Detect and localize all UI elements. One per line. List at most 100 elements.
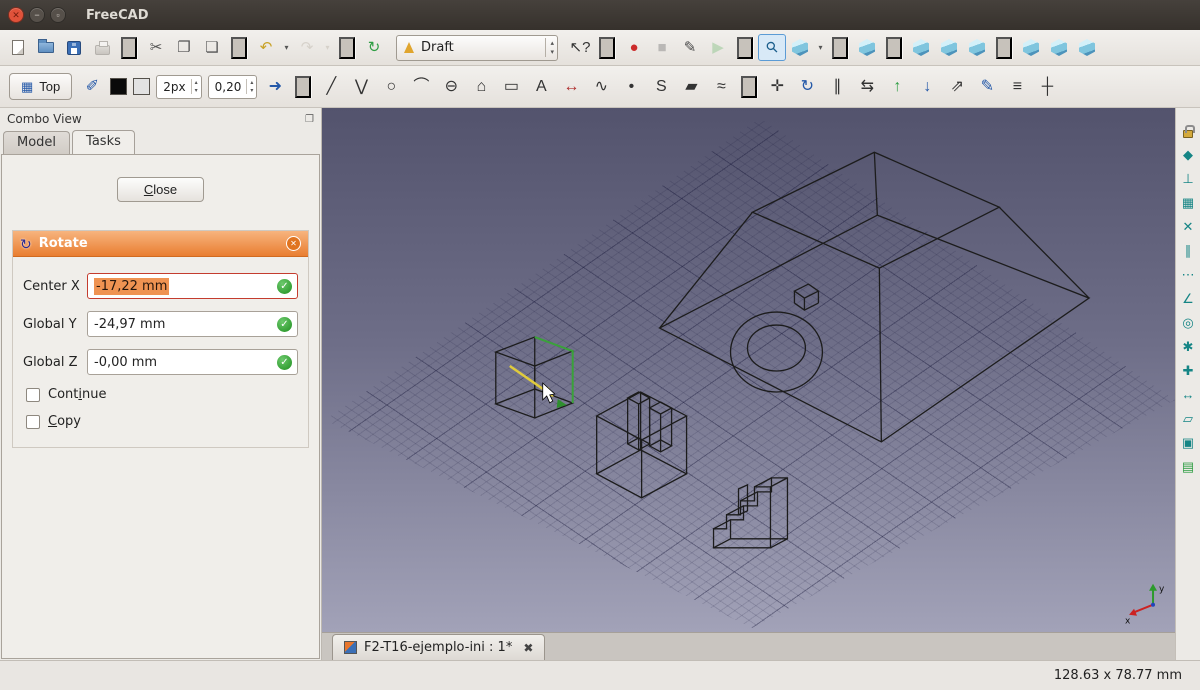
draft-move-button[interactable]: ✛: [762, 72, 792, 101]
view-rear-button[interactable]: [1017, 34, 1045, 61]
snap-near-button[interactable]: ✚: [1178, 360, 1199, 381]
draft-facebinder-button[interactable]: ▰: [676, 72, 706, 101]
macro-stop-button[interactable]: ■: [648, 34, 676, 61]
face-color-swatch[interactable]: [133, 78, 150, 95]
center-x-label: Center X: [23, 279, 87, 294]
snap-parallel-button[interactable]: ∥: [1178, 240, 1199, 261]
checkbox-box[interactable]: [26, 415, 40, 429]
snap-ortho-button[interactable]: ↔: [1178, 384, 1199, 405]
draft-apply-style-button[interactable]: ┼: [1032, 72, 1062, 101]
workbench-selector[interactable]: Draft ▴ ▾: [396, 35, 558, 61]
center-x-input[interactable]: -17,22 mm ✓: [87, 273, 298, 299]
whats-this-button[interactable]: ↖?: [566, 34, 594, 61]
draft-rectangle-button[interactable]: ▭: [496, 72, 526, 101]
draft-arc-button[interactable]: ⌒: [406, 72, 436, 101]
draft-polygon-button[interactable]: ⌂: [466, 72, 496, 101]
snap-special-button[interactable]: ✱: [1178, 336, 1199, 357]
snap-working-plane-button[interactable]: ▣: [1178, 432, 1199, 453]
copy-checkbox[interactable]: Copy: [26, 414, 298, 429]
draft-dimension-button[interactable]: ↔: [556, 72, 586, 101]
3d-viewport[interactable]: y x: [322, 108, 1175, 632]
paste-button[interactable]: ❏: [198, 34, 226, 61]
draft-downgrade-button[interactable]: ↓: [912, 72, 942, 101]
snap-perpendicular-button[interactable]: ⊥: [1178, 168, 1199, 189]
workbench-spinner[interactable]: ▴ ▾: [545, 38, 554, 57]
draft-bspline-button[interactable]: ∿: [586, 72, 616, 101]
minimize-window-button[interactable]: −: [29, 7, 45, 23]
view-front-button[interactable]: [907, 34, 935, 61]
view-right-button[interactable]: [963, 34, 991, 61]
draft-scale-button[interactable]: ⇗: [942, 72, 972, 101]
draw-style-dropdown[interactable]: ▾: [814, 34, 827, 61]
draft-line-button[interactable]: ╱: [316, 72, 346, 101]
draft-circle-button[interactable]: ○: [376, 72, 406, 101]
save-button[interactable]: [60, 34, 88, 61]
snap-extension-button[interactable]: ⋯: [1178, 264, 1199, 285]
tab-tasks[interactable]: Tasks: [72, 130, 135, 154]
draft-trimex-button[interactable]: ⇆: [852, 72, 882, 101]
window-title: FreeCAD: [86, 8, 149, 23]
toggle-grid-button[interactable]: ▤: [1178, 456, 1199, 477]
draw-style-button[interactable]: [786, 34, 814, 61]
global-z-input[interactable]: -0,00 mm ✓: [87, 349, 298, 375]
collapse-task-button[interactable]: ✕: [286, 236, 301, 251]
draft-ellipse-button[interactable]: ⊖: [436, 72, 466, 101]
document-tab[interactable]: F2-T16-ejemplo-ini : 1* ✖: [332, 634, 545, 660]
snap-intersection-button[interactable]: ✕: [1178, 216, 1199, 237]
close-window-button[interactable]: ✕: [8, 7, 24, 23]
draft-upgrade-button[interactable]: ↑: [882, 72, 912, 101]
macro-play-button[interactable]: ▶: [704, 34, 732, 61]
snap-angle-button[interactable]: ∠: [1178, 288, 1199, 309]
draft-wp-proxy-button[interactable]: ≡: [1002, 72, 1032, 101]
redo-button[interactable]: ↷: [293, 34, 321, 61]
maximize-window-button[interactable]: ▫: [50, 7, 66, 23]
close-task-button[interactable]: Close: [117, 177, 204, 202]
undo-button[interactable]: ↶: [252, 34, 280, 61]
float-panel-icon[interactable]: ❐: [305, 114, 314, 125]
rotate-task-title: Rotate: [39, 236, 279, 251]
main-area: Combo View ❐ Model Tasks Close ↻ Rotate …: [0, 108, 1200, 660]
draft-offset-button[interactable]: ∥: [822, 72, 852, 101]
valid-check-icon: ✓: [277, 317, 292, 332]
working-plane-button[interactable]: ▦ Top: [9, 73, 72, 100]
draft-shapestring-button[interactable]: S: [646, 72, 676, 101]
draft-edit-button[interactable]: ✎: [972, 72, 1002, 101]
construction-mode-button[interactable]: ✐: [77, 72, 107, 101]
scale-spinbox[interactable]: 0,20 ▴ ▾: [208, 75, 258, 99]
checkbox-box[interactable]: [26, 388, 40, 402]
undo-dropdown[interactable]: ▾: [280, 34, 293, 61]
macro-edit-button[interactable]: ✎: [676, 34, 704, 61]
snap-lock-button[interactable]: [1178, 120, 1199, 141]
draft-bezier-button[interactable]: ≈: [706, 72, 736, 101]
snap-center-button[interactable]: ◎: [1178, 312, 1199, 333]
line-width-spinbox[interactable]: 2px ▴ ▾: [156, 75, 201, 99]
zoom-region-button[interactable]: ⚲: [758, 34, 786, 61]
print-button[interactable]: [88, 34, 116, 61]
open-document-button[interactable]: [32, 34, 60, 61]
redo-dropdown[interactable]: ▾: [321, 34, 334, 61]
refresh-button[interactable]: ↻: [360, 34, 388, 61]
line-color-swatch[interactable]: [110, 78, 127, 95]
autogroup-button[interactable]: ➜: [260, 72, 290, 101]
continue-checkbox[interactable]: Continue: [26, 387, 298, 402]
snap-dimensions-button[interactable]: ▱: [1178, 408, 1199, 429]
global-y-input[interactable]: -24,97 mm ✓: [87, 311, 298, 337]
view-bottom-button[interactable]: [1045, 34, 1073, 61]
draft-wire-button[interactable]: ⋁: [346, 72, 376, 101]
view-top-button[interactable]: [935, 34, 963, 61]
cut-button[interactable]: ✂: [142, 34, 170, 61]
macro-record-button[interactable]: ●: [620, 34, 648, 61]
close-document-icon[interactable]: ✖: [523, 641, 533, 655]
mouse-cursor: [543, 383, 555, 403]
tab-model[interactable]: Model: [3, 131, 70, 154]
copy-button[interactable]: ❐: [170, 34, 198, 61]
view-isometric-button[interactable]: [853, 34, 881, 61]
view-left-button[interactable]: [1073, 34, 1101, 61]
draft-rotate-button[interactable]: ↻: [792, 72, 822, 101]
draft-point-button[interactable]: •: [616, 72, 646, 101]
draft-text-button[interactable]: A: [526, 72, 556, 101]
new-document-button[interactable]: [4, 34, 32, 61]
snap-endpoint-button[interactable]: ◆: [1178, 144, 1199, 165]
snap-grid-button[interactable]: ▦: [1178, 192, 1199, 213]
x-axis-label: x: [1125, 617, 1131, 627]
